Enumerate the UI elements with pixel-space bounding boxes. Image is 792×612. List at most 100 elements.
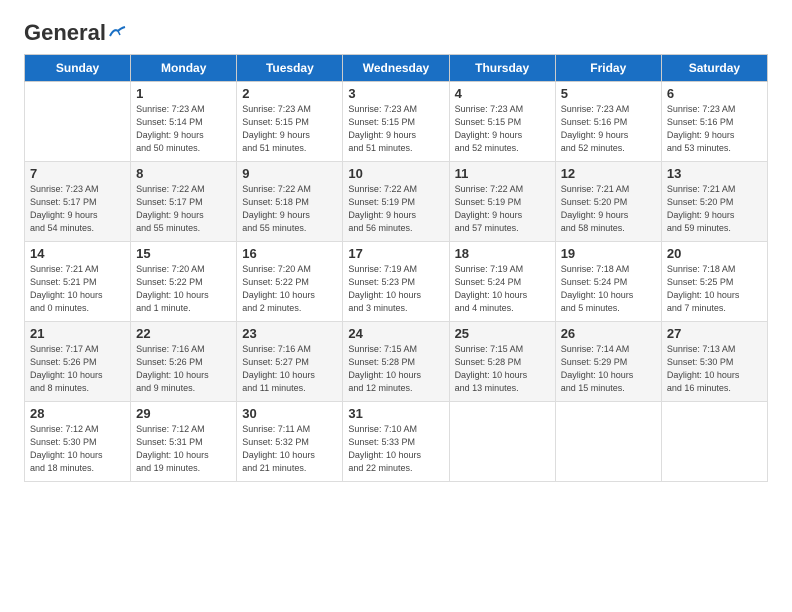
- cell-info: Sunrise: 7:16 AMSunset: 5:27 PMDaylight:…: [242, 343, 337, 395]
- cell-info: Sunrise: 7:22 AMSunset: 5:17 PMDaylight:…: [136, 183, 231, 235]
- calendar-cell: 29 Sunrise: 7:12 AMSunset: 5:31 PMDayligh…: [131, 402, 237, 482]
- weekday-header-wednesday: Wednesday: [343, 55, 449, 82]
- cell-info: Sunrise: 7:14 AMSunset: 5:29 PMDaylight:…: [561, 343, 656, 395]
- cell-info: Sunrise: 7:19 AMSunset: 5:23 PMDaylight:…: [348, 263, 443, 315]
- cell-info: Sunrise: 7:20 AMSunset: 5:22 PMDaylight:…: [242, 263, 337, 315]
- day-number: 24: [348, 326, 443, 341]
- weekday-header-sunday: Sunday: [25, 55, 131, 82]
- day-number: 3: [348, 86, 443, 101]
- day-number: 23: [242, 326, 337, 341]
- cell-info: Sunrise: 7:22 AMSunset: 5:19 PMDaylight:…: [348, 183, 443, 235]
- day-number: 17: [348, 246, 443, 261]
- day-number: 15: [136, 246, 231, 261]
- day-number: 25: [455, 326, 550, 341]
- cell-info: Sunrise: 7:23 AMSunset: 5:16 PMDaylight:…: [667, 103, 762, 155]
- cell-info: Sunrise: 7:17 AMSunset: 5:26 PMDaylight:…: [30, 343, 125, 395]
- calendar-cell: 22 Sunrise: 7:16 AMSunset: 5:26 PMDayligh…: [131, 322, 237, 402]
- day-number: 8: [136, 166, 231, 181]
- calendar-cell: 26Sunrise: 7:14 AMSunset: 5:29 PMDayligh…: [555, 322, 661, 402]
- day-number: 31: [348, 406, 443, 421]
- day-number: 16: [242, 246, 337, 261]
- calendar-cell: [555, 402, 661, 482]
- cell-info: Sunrise: 7:23 AMSunset: 5:14 PMDaylight:…: [136, 103, 231, 155]
- day-number: 6: [667, 86, 762, 101]
- calendar-cell: 31 Sunrise: 7:10 AMSunset: 5:33 PMDayligh…: [343, 402, 449, 482]
- calendar-cell: 1 Sunrise: 7:23 AMSunset: 5:14 PMDaylight…: [131, 82, 237, 162]
- cell-info: Sunrise: 7:21 AMSunset: 5:20 PMDaylight:…: [667, 183, 762, 235]
- cell-info: Sunrise: 7:22 AMSunset: 5:18 PMDaylight:…: [242, 183, 337, 235]
- calendar-cell: 3 Sunrise: 7:23 AMSunset: 5:15 PMDaylight…: [343, 82, 449, 162]
- cell-info: Sunrise: 7:19 AMSunset: 5:24 PMDaylight:…: [455, 263, 550, 315]
- calendar-cell: 24 Sunrise: 7:15 AMSunset: 5:28 PMDayligh…: [343, 322, 449, 402]
- calendar-table: SundayMondayTuesdayWednesdayThursdayFrid…: [24, 54, 768, 482]
- day-number: 5: [561, 86, 656, 101]
- calendar-cell: 16 Sunrise: 7:20 AMSunset: 5:22 PMDayligh…: [237, 242, 343, 322]
- day-number: 29: [136, 406, 231, 421]
- day-number: 21: [30, 326, 125, 341]
- calendar-cell: 28 Sunrise: 7:12 AMSunset: 5:30 PMDayligh…: [25, 402, 131, 482]
- logo-general: General: [24, 20, 106, 46]
- cell-info: Sunrise: 7:10 AMSunset: 5:33 PMDaylight:…: [348, 423, 443, 475]
- weekday-header-thursday: Thursday: [449, 55, 555, 82]
- day-number: 12: [561, 166, 656, 181]
- cell-info: Sunrise: 7:23 AMSunset: 5:15 PMDaylight:…: [455, 103, 550, 155]
- calendar-cell: 5 Sunrise: 7:23 AMSunset: 5:16 PMDaylight…: [555, 82, 661, 162]
- cell-info: Sunrise: 7:15 AMSunset: 5:28 PMDaylight:…: [455, 343, 550, 395]
- calendar-cell: 7 Sunrise: 7:23 AMSunset: 5:17 PMDaylight…: [25, 162, 131, 242]
- day-number: 9: [242, 166, 337, 181]
- day-number: 27: [667, 326, 762, 341]
- day-number: 18: [455, 246, 550, 261]
- cell-info: Sunrise: 7:23 AMSunset: 5:15 PMDaylight:…: [242, 103, 337, 155]
- calendar-cell: 4 Sunrise: 7:23 AMSunset: 5:15 PMDaylight…: [449, 82, 555, 162]
- calendar-cell: 2 Sunrise: 7:23 AMSunset: 5:15 PMDaylight…: [237, 82, 343, 162]
- cell-info: Sunrise: 7:23 AMSunset: 5:16 PMDaylight:…: [561, 103, 656, 155]
- day-number: 1: [136, 86, 231, 101]
- day-number: 30: [242, 406, 337, 421]
- calendar-cell: 8 Sunrise: 7:22 AMSunset: 5:17 PMDaylight…: [131, 162, 237, 242]
- header: General: [24, 20, 768, 42]
- calendar-cell: 14 Sunrise: 7:21 AMSunset: 5:21 PMDayligh…: [25, 242, 131, 322]
- cell-info: Sunrise: 7:20 AMSunset: 5:22 PMDaylight:…: [136, 263, 231, 315]
- calendar-cell: 12 Sunrise: 7:21 AMSunset: 5:20 PMDayligh…: [555, 162, 661, 242]
- cell-info: Sunrise: 7:15 AMSunset: 5:28 PMDaylight:…: [348, 343, 443, 395]
- calendar-cell: 13Sunrise: 7:21 AMSunset: 5:20 PMDayligh…: [661, 162, 767, 242]
- cell-info: Sunrise: 7:22 AMSunset: 5:19 PMDaylight:…: [455, 183, 550, 235]
- day-number: 22: [136, 326, 231, 341]
- cell-info: Sunrise: 7:18 AMSunset: 5:25 PMDaylight:…: [667, 263, 762, 315]
- calendar-cell: [449, 402, 555, 482]
- weekday-header-monday: Monday: [131, 55, 237, 82]
- day-number: 28: [30, 406, 125, 421]
- cell-info: Sunrise: 7:16 AMSunset: 5:26 PMDaylight:…: [136, 343, 231, 395]
- day-number: 2: [242, 86, 337, 101]
- weekday-header-tuesday: Tuesday: [237, 55, 343, 82]
- calendar-cell: 20 Sunrise: 7:18 AMSunset: 5:25 PMDayligh…: [661, 242, 767, 322]
- cell-info: Sunrise: 7:21 AMSunset: 5:21 PMDaylight:…: [30, 263, 125, 315]
- cell-info: Sunrise: 7:18 AMSunset: 5:24 PMDaylight:…: [561, 263, 656, 315]
- cell-info: Sunrise: 7:12 AMSunset: 5:31 PMDaylight:…: [136, 423, 231, 475]
- calendar-cell: [661, 402, 767, 482]
- calendar-cell: 27Sunrise: 7:13 AMSunset: 5:30 PMDayligh…: [661, 322, 767, 402]
- cell-info: Sunrise: 7:21 AMSunset: 5:20 PMDaylight:…: [561, 183, 656, 235]
- weekday-header-friday: Friday: [555, 55, 661, 82]
- calendar-cell: 18 Sunrise: 7:19 AMSunset: 5:24 PMDayligh…: [449, 242, 555, 322]
- day-number: 10: [348, 166, 443, 181]
- day-number: 14: [30, 246, 125, 261]
- logo-bird-icon: [108, 26, 126, 40]
- cell-info: Sunrise: 7:12 AMSunset: 5:30 PMDaylight:…: [30, 423, 125, 475]
- day-number: 19: [561, 246, 656, 261]
- calendar-cell: 21 Sunrise: 7:17 AMSunset: 5:26 PMDayligh…: [25, 322, 131, 402]
- day-number: 20: [667, 246, 762, 261]
- day-number: 7: [30, 166, 125, 181]
- calendar-cell: 19 Sunrise: 7:18 AMSunset: 5:24 PMDayligh…: [555, 242, 661, 322]
- cell-info: Sunrise: 7:23 AMSunset: 5:17 PMDaylight:…: [30, 183, 125, 235]
- calendar-cell: 30Sunrise: 7:11 AMSunset: 5:32 PMDayligh…: [237, 402, 343, 482]
- calendar-cell: 23 Sunrise: 7:16 AMSunset: 5:27 PMDayligh…: [237, 322, 343, 402]
- calendar-cell: 6 Sunrise: 7:23 AMSunset: 5:16 PMDaylight…: [661, 82, 767, 162]
- day-number: 4: [455, 86, 550, 101]
- weekday-header-saturday: Saturday: [661, 55, 767, 82]
- calendar-cell: 17 Sunrise: 7:19 AMSunset: 5:23 PMDayligh…: [343, 242, 449, 322]
- calendar-cell: 25 Sunrise: 7:15 AMSunset: 5:28 PMDayligh…: [449, 322, 555, 402]
- calendar-cell: 11 Sunrise: 7:22 AMSunset: 5:19 PMDayligh…: [449, 162, 555, 242]
- cell-info: Sunrise: 7:23 AMSunset: 5:15 PMDaylight:…: [348, 103, 443, 155]
- day-number: 11: [455, 166, 550, 181]
